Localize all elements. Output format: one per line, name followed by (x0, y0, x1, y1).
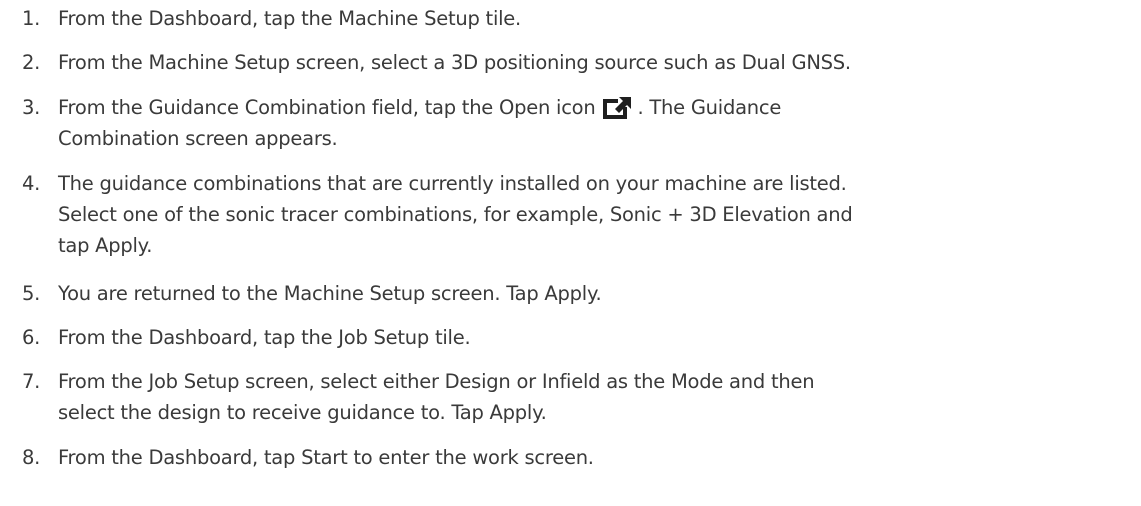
step-line: You are returned to the Machine Setup sc… (58, 282, 602, 305)
step-line: From the Dashboard, tap the Machine Setu… (58, 7, 521, 30)
step-number: 2. (22, 51, 41, 74)
step-text: From the Job Setup screen, select either… (58, 366, 815, 428)
step-line: From the Dashboard, tap the Job Setup ti… (58, 326, 471, 349)
step-number: 7. (22, 370, 41, 393)
step-line: Select one of the sonic tracer combinati… (58, 203, 853, 226)
step-number: 3. (22, 96, 41, 119)
step-line-part: . The Guidance (637, 96, 782, 119)
step-number: 4. (22, 172, 41, 195)
step-text: From the Dashboard, tap the Job Setup ti… (58, 322, 471, 353)
step-line: select the design to receive guidance to… (58, 401, 547, 424)
step-number: 6. (22, 326, 41, 349)
open-icon (601, 95, 633, 119)
step-line: From the Guidance Combination field, tap… (58, 92, 781, 123)
step-text: From the Dashboard, tap the Machine Setu… (58, 3, 521, 34)
step-line: tap Apply. (58, 234, 153, 257)
step-text: From the Dashboard, tap Start to enter t… (58, 442, 594, 473)
step-text: From the Guidance Combination field, tap… (58, 92, 781, 154)
step-line: From the Machine Setup screen, select a … (58, 51, 851, 74)
step-text: You are returned to the Machine Setup sc… (58, 278, 602, 309)
step-line: From the Job Setup screen, select either… (58, 370, 815, 393)
step-line: From the Dashboard, tap Start to enter t… (58, 446, 594, 469)
step-number: 1. (22, 7, 41, 30)
step-number: 5. (22, 282, 41, 305)
step-line: Combination screen appears. (58, 127, 338, 150)
step-line-part: From the Guidance Combination field, tap… (58, 96, 596, 119)
step-number: 8. (22, 446, 41, 469)
step-text: The guidance combinations that are curre… (58, 168, 853, 261)
instruction-list: 1. From the Dashboard, tap the Machine S… (0, 0, 1141, 506)
step-text: From the Machine Setup screen, select a … (58, 47, 851, 78)
step-line: The guidance combinations that are curre… (58, 172, 847, 195)
